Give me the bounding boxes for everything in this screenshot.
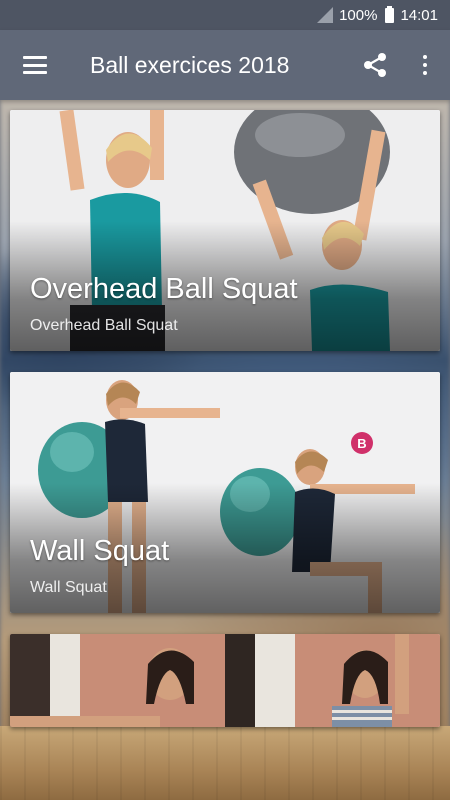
card-title: Wall Squat — [30, 535, 170, 567]
exercise-card-wall-squat[interactable]: B Wall Squat Wall Squat — [10, 372, 440, 613]
exercise-card-overhead-ball-squat[interactable]: Overhead Ball Squat Overhead Ball Squat — [10, 110, 440, 351]
battery-percent: 100% — [339, 6, 378, 24]
signal-icon — [317, 7, 334, 23]
app-bar: Ball exercices 2018 — [0, 30, 450, 100]
exercise-image — [10, 634, 440, 727]
hamburger-menu-icon — [23, 56, 47, 74]
menu-button[interactable] — [0, 30, 70, 100]
background-floor — [0, 726, 450, 800]
card-title: Overhead Ball Squat — [30, 273, 298, 305]
exercise-card-partial[interactable] — [10, 634, 440, 727]
status-bar: 100% 14:01 — [0, 0, 450, 30]
card-subtitle: Wall Squat — [30, 579, 107, 596]
clock: 14:01 — [400, 6, 438, 24]
battery-icon — [385, 5, 395, 23]
badge-letter: B — [357, 436, 366, 451]
more-vert-icon — [423, 55, 427, 75]
card-subtitle: Overhead Ball Squat — [30, 317, 178, 334]
share-button[interactable] — [350, 30, 400, 100]
more-options-button[interactable] — [400, 30, 450, 100]
app-title: Ball exercices 2018 — [90, 51, 290, 78]
share-icon — [364, 53, 386, 77]
